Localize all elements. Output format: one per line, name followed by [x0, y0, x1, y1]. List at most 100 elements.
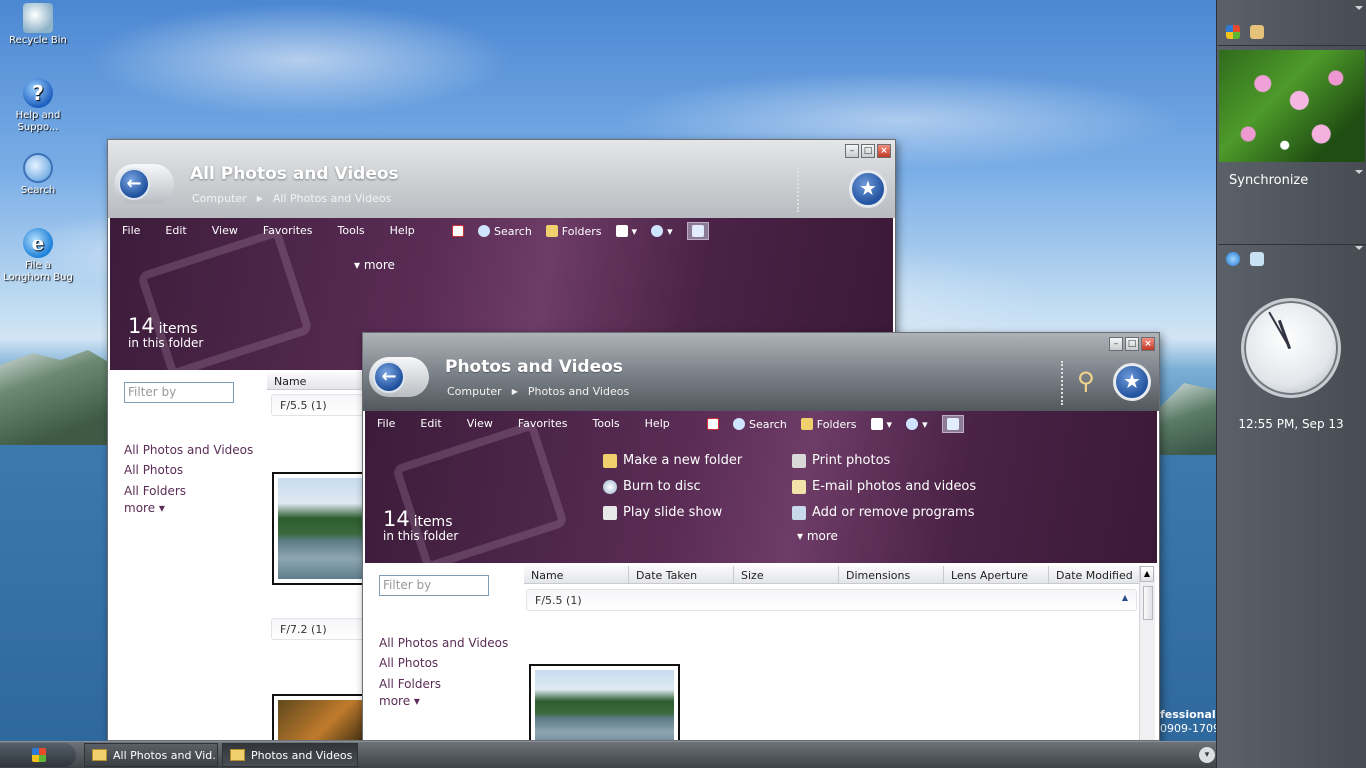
nav-all-folders[interactable]: All Folders	[124, 484, 186, 498]
menu-edit[interactable]: Edit	[165, 224, 186, 237]
titlebar-divider	[797, 168, 799, 212]
windows-flag-icon[interactable]	[1226, 24, 1240, 39]
nav-more-link[interactable]: more ▾	[124, 501, 165, 515]
back-button[interactable]: ←	[369, 357, 429, 397]
titlebar[interactable]: ← All Photos and Videos Computer ▶ All P…	[108, 140, 895, 218]
calendar-view-button[interactable]	[941, 415, 964, 433]
sidebar: Synchronize 12:55 PM, Sep 13	[1216, 0, 1366, 768]
start-button[interactable]	[0, 743, 76, 767]
folders-button[interactable]: Folders	[800, 418, 857, 431]
search-button[interactable]: Search	[478, 225, 532, 238]
menu-favorites[interactable]: Favorites	[518, 417, 568, 430]
nav-all-photos-and-videos[interactable]: All Photos and Videos	[379, 636, 508, 650]
group-header[interactable]: F/5.5 (1) ▲	[526, 589, 1137, 611]
more-tasks-link[interactable]: ▾ more	[797, 529, 838, 543]
window-photos-and-videos[interactable]: ← Photos and Videos Computer ▶ Photos an…	[362, 332, 1160, 741]
views-button[interactable]: ▾	[615, 225, 637, 238]
task-make-new-folder[interactable]: Make a new folder	[603, 453, 742, 468]
calendar-view-button[interactable]	[686, 222, 709, 240]
desktop-icon-file-bug[interactable]: e File a Longhorn Bug	[0, 228, 76, 284]
nav-more-link[interactable]: more ▾	[379, 694, 420, 708]
minimize-button[interactable]: –	[1109, 337, 1123, 351]
menu-view[interactable]: View	[212, 224, 238, 237]
desktop-icon-help[interactable]: ? Help and Suppo...	[0, 78, 76, 134]
photo-thumbnail[interactable]	[529, 664, 680, 740]
sidebar-scroll-arrow[interactable]	[1355, 6, 1363, 10]
sidebar-tile-arrow[interactable]	[1355, 170, 1363, 174]
column-size[interactable]: Size	[734, 566, 839, 583]
nav-all-photos-and-videos[interactable]: All Photos and Videos	[124, 443, 253, 457]
scroll-thumb[interactable]	[1142, 586, 1153, 620]
search-button[interactable]: Search	[733, 418, 787, 431]
column-name[interactable]: Name	[524, 566, 629, 583]
folder-icon	[800, 418, 813, 430]
maximize-button[interactable]: □	[861, 144, 875, 158]
task-burn-to-disc[interactable]: Burn to disc	[603, 479, 701, 494]
favorites-star-button[interactable]: ★	[849, 170, 887, 208]
zoom-button[interactable]: ▾	[651, 225, 673, 238]
internet-explorer-icon[interactable]	[1226, 252, 1240, 266]
taskbar-button-photos-and-videos[interactable]: Photos and Videos	[222, 743, 358, 767]
folders-button[interactable]: Folders	[545, 225, 602, 238]
breadcrumb-item[interactable]: All Photos and Videos	[273, 192, 391, 206]
menu-help[interactable]: Help	[645, 417, 670, 430]
menu-file[interactable]: File	[377, 417, 395, 430]
breadcrumb-separator-icon[interactable]: ▶	[257, 192, 263, 206]
titlebar[interactable]: ← Photos and Videos Computer ▶ Photos an…	[363, 333, 1159, 411]
close-button[interactable]: ×	[1141, 337, 1155, 351]
filter-input[interactable]: Filter by	[124, 382, 234, 403]
favorites-star-button[interactable]: ★	[1113, 363, 1151, 401]
column-dimensions[interactable]: Dimensions	[839, 566, 944, 583]
zoom-button[interactable]: ▾	[906, 418, 928, 431]
breadcrumb-item[interactable]: Computer	[447, 385, 502, 399]
nav-all-folders[interactable]: All Folders	[379, 677, 441, 691]
sidebar-slideshow-photo[interactable]	[1219, 50, 1365, 162]
film-strip-watermark-icon	[136, 227, 314, 379]
column-date-taken[interactable]: Date Taken	[629, 566, 734, 583]
menu-edit[interactable]: Edit	[420, 417, 441, 430]
desktop-icon-recycle-bin[interactable]: Recycle Bin	[0, 3, 76, 47]
breadcrumb-separator-icon[interactable]: ▶	[512, 385, 518, 399]
menu-view[interactable]: View	[467, 417, 493, 430]
menu-favorites[interactable]: Favorites	[263, 224, 313, 237]
watermark-line-2: 0909-1709	[1160, 722, 1220, 735]
scroll-up-button[interactable]: ▲	[1140, 566, 1154, 582]
breadcrumb: Computer ▶ All Photos and Videos	[192, 192, 391, 206]
minimize-button[interactable]: –	[845, 144, 859, 158]
task-add-remove-programs[interactable]: Add or remove programs	[792, 505, 975, 520]
more-tasks-link[interactable]: ▾ more	[354, 258, 395, 272]
menu-file[interactable]: File	[122, 224, 140, 237]
vertical-scrollbar[interactable]: ▲	[1139, 566, 1155, 740]
menu-tools[interactable]: Tools	[593, 417, 620, 430]
delete-icon[interactable]	[452, 225, 464, 237]
column-lens-aperture[interactable]: Lens Aperture	[944, 566, 1049, 583]
nav-all-photos[interactable]: All Photos	[124, 463, 183, 477]
delete-icon[interactable]	[707, 418, 719, 430]
filter-input[interactable]: Filter by	[379, 575, 489, 596]
nav-all-photos[interactable]: All Photos	[379, 656, 438, 670]
window-controls: – □ ×	[1109, 337, 1155, 351]
desktop-mountain-right	[1160, 383, 1220, 455]
breadcrumb-item[interactable]: Photos and Videos	[528, 385, 629, 399]
close-button[interactable]: ×	[877, 144, 891, 158]
task-play-slide-show[interactable]: Play slide show	[603, 505, 722, 520]
desktop-icon-search[interactable]: Search	[0, 153, 76, 197]
maximize-button[interactable]: □	[1125, 337, 1139, 351]
taskbar-chevron-icon[interactable]: ▾	[1199, 747, 1215, 763]
back-button[interactable]: ←	[114, 164, 174, 204]
column-date-modified[interactable]: Date Modified	[1049, 566, 1139, 583]
views-button[interactable]: ▾	[870, 418, 892, 431]
notes-icon[interactable]	[1250, 252, 1264, 266]
item-count: 14 items in this folder	[383, 507, 459, 543]
menu-tools[interactable]: Tools	[338, 224, 365, 237]
titlebar-divider	[1061, 361, 1063, 405]
keys-icon[interactable]	[1250, 24, 1264, 39]
collapse-arrow-icon[interactable]: ▲	[1122, 593, 1128, 602]
menu-help[interactable]: Help	[390, 224, 415, 237]
sidebar-synchronize[interactable]: Synchronize	[1229, 173, 1308, 188]
breadcrumb-item[interactable]: Computer	[192, 192, 247, 206]
search-magnifier-icon[interactable]: ⚲	[1077, 367, 1107, 397]
task-print-photos[interactable]: Print photos	[792, 453, 890, 468]
task-email-photos[interactable]: E-mail photos and videos	[792, 479, 976, 494]
taskbar-button-all-photos[interactable]: All Photos and Vid...	[84, 743, 218, 767]
